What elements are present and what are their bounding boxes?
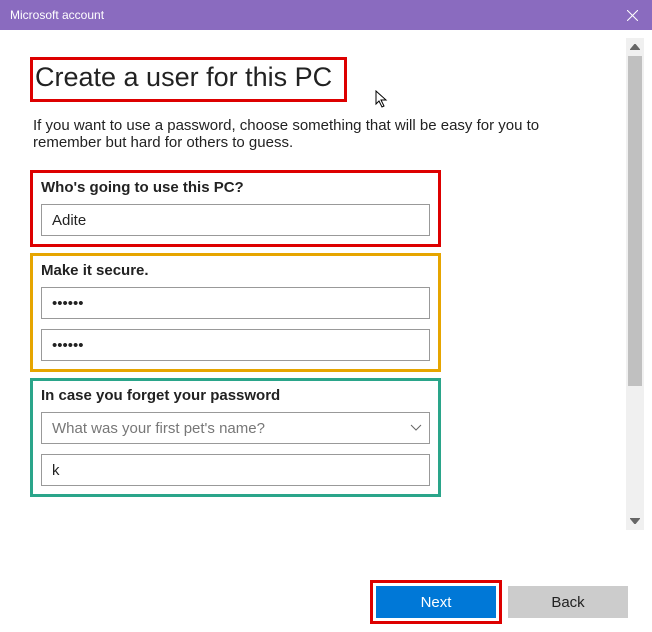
password-input[interactable] [41, 287, 430, 319]
footer-buttons: Next Back [376, 586, 628, 618]
next-button[interactable]: Next [376, 586, 496, 618]
security-question-label: In case you forget your password [41, 387, 430, 404]
scrollbar[interactable] [626, 38, 644, 530]
titlebar: Microsoft account [0, 0, 652, 30]
page-title: Create a user for this PC [33, 60, 344, 99]
confirm-password-input[interactable] [41, 329, 430, 361]
security-answer-input[interactable] [41, 454, 430, 486]
password-section-label: Make it secure. [41, 262, 430, 279]
security-question-select[interactable] [41, 412, 430, 444]
window-title: Microsoft account [10, 8, 612, 22]
username-input[interactable] [41, 204, 430, 236]
content-area: Create a user for this PC If you want to… [0, 30, 652, 550]
back-button[interactable]: Back [508, 586, 628, 618]
security-question-section: In case you forget your password [33, 381, 438, 494]
username-section: Who's going to use this PC? [33, 173, 438, 244]
close-button[interactable] [612, 0, 652, 30]
scrollbar-thumb[interactable] [628, 56, 642, 386]
username-label: Who's going to use this PC? [41, 179, 430, 196]
security-question-value[interactable] [41, 412, 430, 444]
close-icon [627, 10, 638, 21]
password-section: Make it secure. [33, 256, 438, 369]
intro-text: If you want to use a password, choose so… [33, 117, 603, 151]
scroll-up-button[interactable] [626, 38, 644, 56]
scroll-down-button[interactable] [626, 512, 644, 530]
cursor-icon [375, 90, 391, 115]
